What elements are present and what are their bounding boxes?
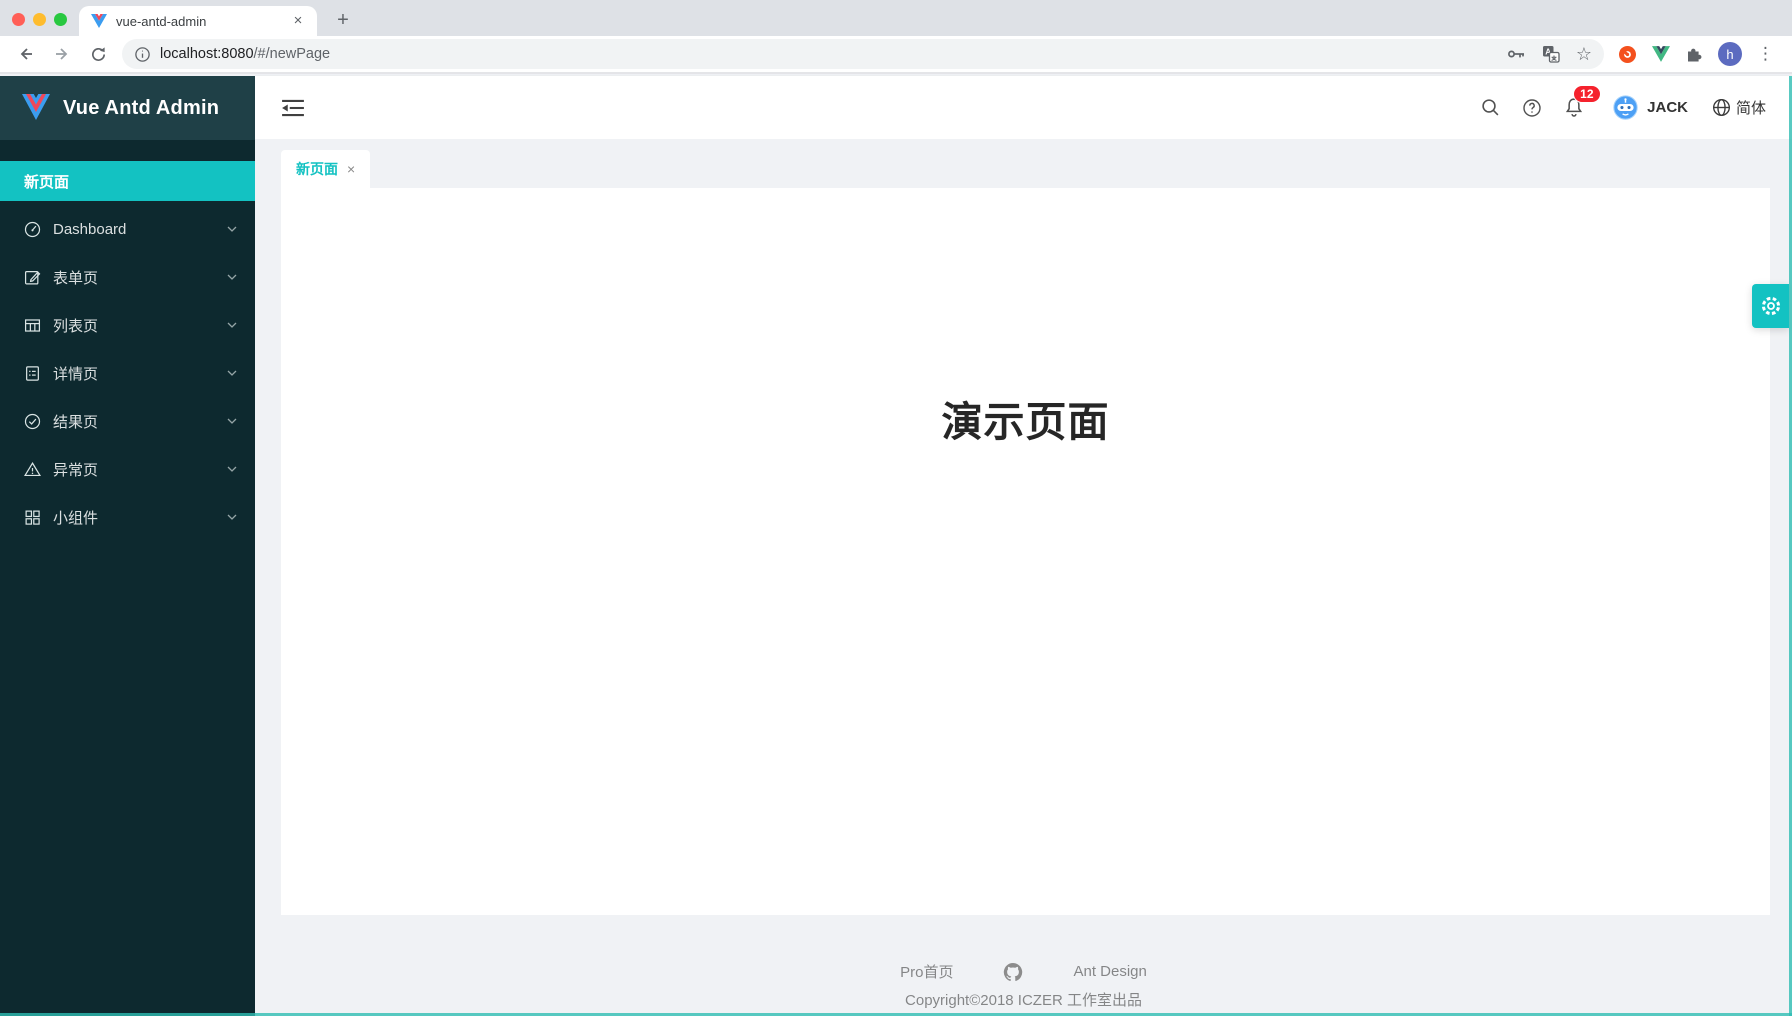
password-key-icon[interactable] <box>1507 47 1526 61</box>
vue-logo-icon <box>21 94 51 122</box>
page-tabs: 新页面 × <box>255 139 1792 188</box>
url-path: /#/newPage <box>254 46 331 62</box>
sidebar-menu: 新页面 Dashboard 表单页 列表页 <box>0 140 255 537</box>
chevron-down-icon <box>227 321 237 329</box>
form-icon <box>24 269 41 286</box>
chevron-down-icon <box>227 369 237 377</box>
language-label: 简体 <box>1736 97 1766 118</box>
footer-copyright: Copyright©2018 ICZER 工作室出品 <box>255 989 1792 1010</box>
browser-tab-strip: vue-antd-admin × + <box>0 0 1792 36</box>
language-selector[interactable]: 简体 <box>1712 97 1766 118</box>
profile-icon <box>24 365 41 382</box>
globe-icon <box>1712 98 1731 117</box>
close-window-button[interactable] <box>12 13 25 26</box>
browser-tab[interactable]: vue-antd-admin × <box>79 6 317 36</box>
sidebar-item-new-page[interactable]: 新页面 <box>0 161 255 201</box>
sidebar-item-label: 列表页 <box>53 315 227 336</box>
chevron-down-icon <box>227 273 237 281</box>
check-circle-icon <box>24 413 41 430</box>
settings-drawer-button[interactable] <box>1752 284 1789 328</box>
user-avatar <box>1613 95 1638 120</box>
extension-orange-icon[interactable] <box>1618 45 1637 64</box>
appstore-icon <box>24 509 41 526</box>
sidebar-item-label: 结果页 <box>53 411 227 432</box>
browser-profile-avatar[interactable]: h <box>1718 42 1742 66</box>
sidebar-item-details[interactable]: 详情页 <box>0 353 255 393</box>
footer: Pro首页 Ant Design Copyright©2018 ICZER 工作… <box>255 915 1792 1010</box>
chevron-down-icon <box>227 225 237 233</box>
page-title: 演示页面 <box>942 388 1110 915</box>
sidebar-item-widgets[interactable]: 小组件 <box>0 497 255 537</box>
back-button[interactable] <box>12 40 40 68</box>
vue-devtools-icon[interactable] <box>1652 46 1670 62</box>
app-header: 12 JACK 简体 <box>255 76 1792 139</box>
tab-close-icon[interactable]: × <box>289 12 307 30</box>
browser-tab-title: vue-antd-admin <box>116 14 289 29</box>
main-content: 新页面 × 演示页面 Pro首页 Ant Design Copyright©20… <box>255 139 1792 1016</box>
app-window: Vue Antd Admin 新页面 Dashboard 表单页 <box>0 76 1792 1016</box>
browser-menu-icon[interactable]: ⋮ <box>1757 46 1774 62</box>
sidebar-item-label: 小组件 <box>53 507 227 528</box>
sidebar-item-forms[interactable]: 表单页 <box>0 257 255 297</box>
chevron-down-icon <box>227 513 237 521</box>
tab-close-icon[interactable]: × <box>347 161 355 177</box>
page-tab-label: 新页面 <box>296 159 338 179</box>
footer-link-pro[interactable]: Pro首页 <box>900 961 953 982</box>
sidebar-item-label: 表单页 <box>53 267 227 288</box>
user-menu[interactable]: JACK <box>1613 95 1688 120</box>
menu-fold-icon[interactable] <box>281 98 305 118</box>
chevron-down-icon <box>227 417 237 425</box>
sidebar-item-lists[interactable]: 列表页 <box>0 305 255 345</box>
sidebar-item-dashboard[interactable]: Dashboard <box>0 209 255 249</box>
translate-icon[interactable]: A <box>1542 45 1560 63</box>
help-icon[interactable] <box>1515 91 1549 125</box>
sidebar-item-label: 新页面 <box>24 171 237 192</box>
sidebar: Vue Antd Admin 新页面 Dashboard 表单页 <box>0 76 255 1016</box>
footer-link-antd[interactable]: Ant Design <box>1073 963 1146 980</box>
table-icon <box>24 317 41 334</box>
maximize-window-button[interactable] <box>54 13 67 26</box>
warning-icon <box>24 461 41 478</box>
reload-button[interactable] <box>84 40 112 68</box>
gear-icon <box>1759 294 1783 318</box>
url-text[interactable]: localhost:8080/#/newPage <box>160 46 1507 62</box>
github-icon[interactable] <box>1003 962 1023 982</box>
site-info-icon[interactable] <box>134 46 151 63</box>
minimize-window-button[interactable] <box>33 13 46 26</box>
page-card: 演示页面 <box>281 188 1770 915</box>
sidebar-item-results[interactable]: 结果页 <box>0 401 255 441</box>
sidebar-item-exceptions[interactable]: 异常页 <box>0 449 255 489</box>
app-title: Vue Antd Admin <box>63 97 219 120</box>
new-tab-button[interactable]: + <box>330 8 356 34</box>
url-host: localhost:8080 <box>160 46 254 62</box>
page-tab-new-page[interactable]: 新页面 × <box>281 150 370 188</box>
sidebar-item-label: 异常页 <box>53 459 227 480</box>
sidebar-item-label: Dashboard <box>53 221 227 238</box>
chevron-down-icon <box>227 465 237 473</box>
username: JACK <box>1647 99 1688 116</box>
notification-bell-icon[interactable]: 12 <box>1557 91 1591 125</box>
window-controls <box>12 13 67 26</box>
search-icon[interactable] <box>1473 91 1507 125</box>
notification-badge: 12 <box>1573 85 1600 103</box>
browser-toolbar: localhost:8080/#/newPage A ☆ h ⋮ <box>0 36 1792 74</box>
address-bar[interactable]: localhost:8080/#/newPage A ☆ <box>122 39 1604 69</box>
vue-favicon-icon <box>91 14 107 29</box>
sidebar-item-label: 详情页 <box>53 363 227 384</box>
forward-button[interactable] <box>48 40 76 68</box>
app-logo[interactable]: Vue Antd Admin <box>0 76 255 140</box>
bookmark-star-icon[interactable]: ☆ <box>1576 45 1592 63</box>
extensions-puzzle-icon[interactable] <box>1685 45 1703 63</box>
dashboard-icon <box>24 221 41 238</box>
